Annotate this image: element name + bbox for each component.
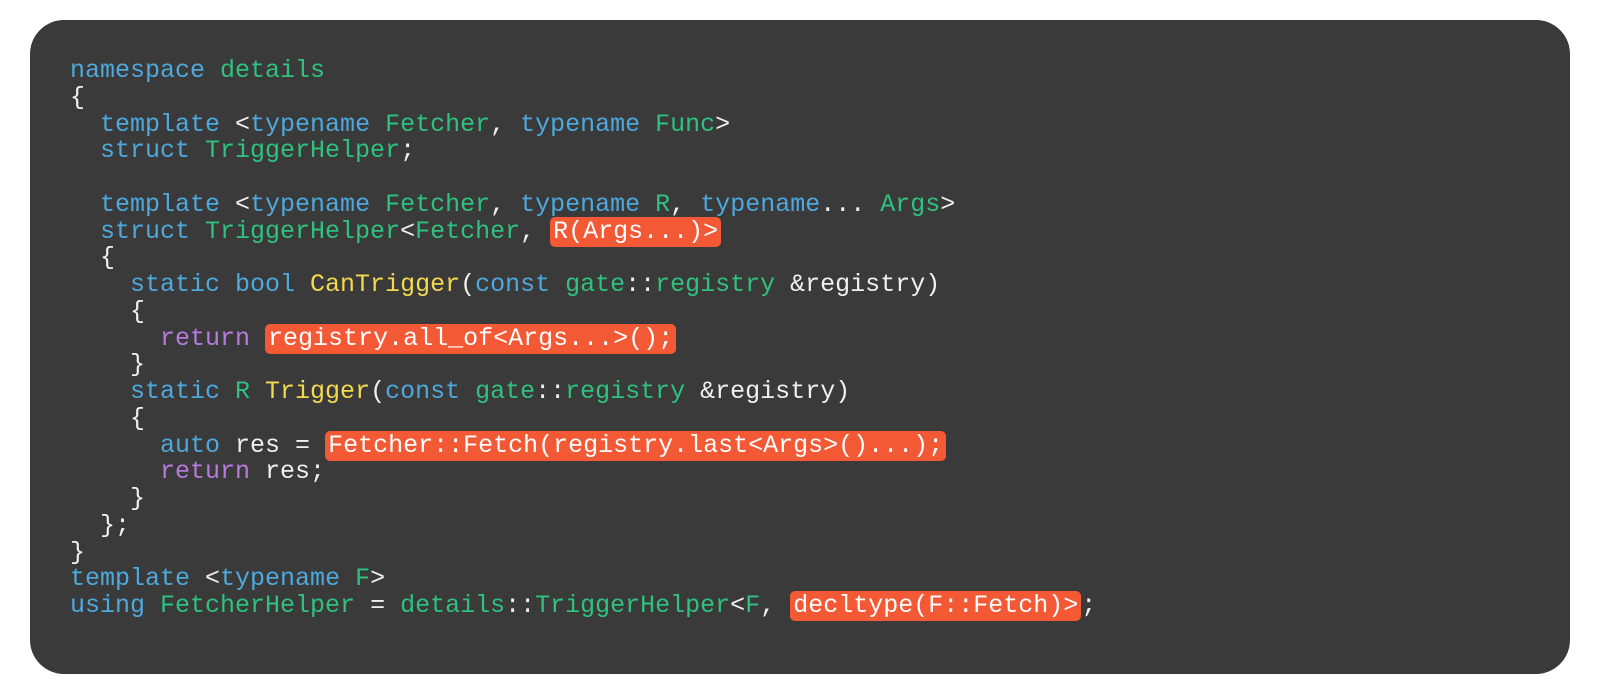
brace: {	[70, 297, 145, 326]
id-registry: registry	[565, 377, 685, 406]
kw-typename: typename	[700, 190, 820, 219]
code-block: namespace details { template <typename F…	[30, 20, 1570, 674]
kw-static: static	[70, 377, 220, 406]
id-F: F	[340, 564, 370, 593]
id-gate: gate	[550, 270, 625, 299]
punc: <	[220, 110, 250, 139]
kw-template: template	[70, 190, 220, 219]
kw-return: return	[70, 324, 250, 353]
id-Fetcher: Fetcher	[370, 190, 490, 219]
kw-template: template	[70, 110, 220, 139]
sp	[250, 324, 265, 353]
brace: }	[70, 538, 85, 567]
kw-bool: bool	[220, 270, 295, 299]
punc: ::	[505, 591, 535, 620]
id-F: F	[745, 591, 760, 620]
punc: <	[400, 217, 415, 246]
kw-return: return	[70, 457, 250, 486]
code-pre: namespace details { template <typename F…	[70, 58, 1530, 620]
punc: ,	[760, 591, 790, 620]
id-details-t: details	[220, 56, 325, 85]
punc: ,	[520, 217, 550, 246]
punc: >	[715, 110, 730, 139]
punc: ,	[490, 190, 520, 219]
kw-typename: typename	[220, 564, 340, 593]
punc: (	[370, 377, 385, 406]
kw-typename: typename	[250, 190, 370, 219]
punc: ,	[670, 190, 700, 219]
id-details	[205, 56, 220, 85]
kw-static: static	[70, 270, 220, 299]
brace: {	[70, 243, 115, 272]
kw-typename: typename	[520, 190, 640, 219]
highlight-allof: registry.all_of<Args...>();	[265, 324, 676, 354]
highlight-decltype: decltype(F::Fetch)>	[790, 591, 1081, 621]
fn-Trigger: Trigger	[250, 377, 370, 406]
brace: };	[70, 511, 130, 540]
punc: &registry)	[775, 270, 940, 299]
punc: <	[730, 591, 745, 620]
kw-struct: struct	[70, 136, 190, 165]
id-TriggerHelper: TriggerHelper	[535, 591, 730, 620]
brace: {	[70, 83, 85, 112]
kw-typename: typename	[250, 110, 370, 139]
kw-typename: typename	[520, 110, 640, 139]
punc: ::	[535, 377, 565, 406]
punc: <	[220, 190, 250, 219]
id-R: R	[220, 377, 250, 406]
kw-const: const	[385, 377, 460, 406]
kw-using: using	[70, 591, 145, 620]
punc: &registry)	[685, 377, 850, 406]
punc: <	[190, 564, 220, 593]
brace: }	[70, 484, 145, 513]
punc: >	[940, 190, 955, 219]
punc: ,	[490, 110, 520, 139]
id-gate: gate	[460, 377, 535, 406]
brace: }	[70, 350, 145, 379]
id-TriggerHelper: TriggerHelper	[190, 136, 400, 165]
id-Args: Args	[865, 190, 940, 219]
kw-const: const	[475, 270, 550, 299]
brace: {	[70, 404, 145, 433]
dots: ...	[820, 190, 865, 219]
highlight-rargs: R(Args...)>	[550, 217, 721, 247]
kw-struct: struct	[70, 217, 190, 246]
id-TriggerHelper: TriggerHelper	[190, 217, 400, 246]
id-res: res;	[250, 457, 325, 486]
id-FetcherHelper: FetcherHelper	[145, 591, 355, 620]
kw-auto: auto	[70, 431, 220, 460]
punc: =	[355, 591, 400, 620]
id-Func: Func	[640, 110, 715, 139]
id-Fetcher: Fetcher	[415, 217, 520, 246]
id-res: res =	[220, 431, 325, 460]
id-registry: registry	[655, 270, 775, 299]
punc: ;	[1081, 591, 1096, 620]
punc: ;	[400, 136, 415, 165]
highlight-fetch: Fetcher::Fetch(registry.last<Args>()...)…	[325, 431, 946, 461]
punc: (	[460, 270, 475, 299]
punc: ::	[625, 270, 655, 299]
punc: >	[370, 564, 385, 593]
kw-namespace: namespace	[70, 56, 205, 85]
kw-template: template	[70, 564, 190, 593]
fn-CanTrigger: CanTrigger	[295, 270, 460, 299]
id-Fetcher: Fetcher	[370, 110, 490, 139]
id-details: details	[400, 591, 505, 620]
id-R: R	[640, 190, 670, 219]
